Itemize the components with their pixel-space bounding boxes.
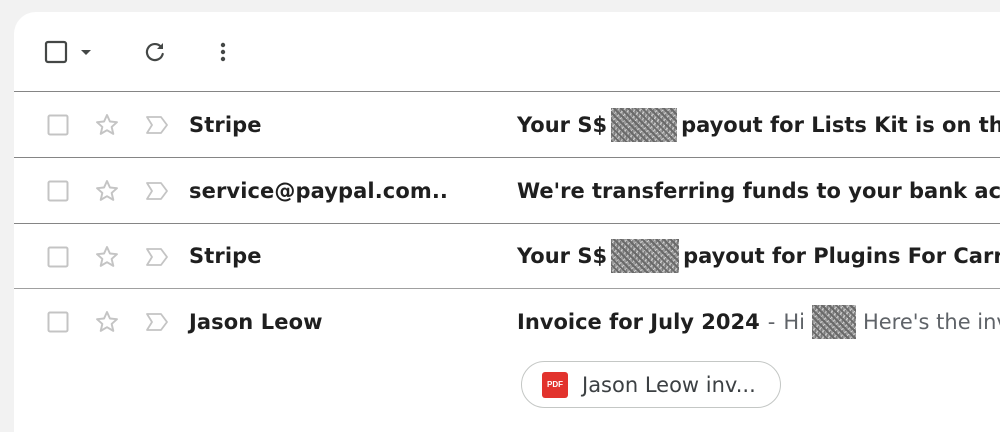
checkbox-icon	[47, 114, 69, 136]
email-row[interactable]: Stripe Your S$ payout for Plugins For Ca…	[14, 223, 1000, 288]
important-marker-icon	[146, 116, 168, 134]
checkbox-icon	[47, 246, 69, 268]
email-subject-prefix: Your S$	[517, 244, 608, 268]
important-marker[interactable]	[144, 245, 170, 269]
refresh-button[interactable]	[138, 34, 172, 70]
email-subject-suffix: payout for Plugins For Carrd	[683, 244, 1000, 268]
email-sender: Stripe	[189, 113, 262, 137]
email-subject-line: Your S$ payout for Lists Kit is on the w	[517, 107, 1000, 143]
important-marker[interactable]	[144, 179, 170, 203]
star-button[interactable]	[93, 243, 121, 271]
redacted-amount	[611, 239, 680, 273]
row-checkbox[interactable]	[46, 113, 70, 137]
email-sender: Jason Leow	[189, 310, 323, 334]
email-row[interactable]: service@paypal.com.. We're transferring …	[14, 157, 1000, 223]
star-button[interactable]	[93, 177, 121, 205]
redacted-name	[811, 305, 856, 339]
star-icon	[96, 311, 118, 332]
star-button[interactable]	[93, 111, 121, 139]
subject-snippet-separator: -	[767, 310, 776, 334]
important-marker-icon	[146, 248, 168, 266]
mail-toolbar	[14, 12, 1000, 91]
email-snippet-prefix: Hi	[783, 310, 805, 334]
email-subject-prefix: Your S$	[517, 113, 608, 137]
star-icon	[96, 246, 118, 267]
refresh-icon	[145, 42, 164, 62]
caret-down-icon[interactable]	[76, 40, 96, 64]
email-subject: Invoice for July 2024	[517, 310, 760, 334]
checkbox-icon[interactable]	[44, 40, 68, 64]
attachment-chip[interactable]: PDF Jason Leow inv...	[521, 361, 781, 408]
important-marker[interactable]	[144, 113, 170, 137]
email-snippet-suffix: Here's the invo	[862, 310, 1000, 334]
mail-list-panel: Stripe Your S$ payout for Lists Kit is o…	[14, 12, 1000, 432]
email-subject-line: We're transferring funds to your bank ac…	[517, 173, 1000, 209]
important-marker-icon	[146, 182, 168, 200]
star-icon	[96, 114, 118, 135]
email-row[interactable]: Stripe Your S$ payout for Lists Kit is o…	[14, 91, 1000, 157]
important-marker[interactable]	[144, 310, 170, 334]
email-subject-suffix: payout for Lists Kit is on the w	[681, 113, 1000, 137]
email-subject: We're transferring funds to your bank ac…	[517, 179, 1000, 203]
email-row[interactable]: Jason Leow Invoice for July 2024 - Hi He…	[14, 288, 1000, 432]
row-checkbox[interactable]	[46, 310, 70, 334]
pdf-icon: PDF	[542, 371, 568, 398]
email-sender: service@paypal.com..	[189, 179, 449, 203]
important-marker-icon	[146, 313, 168, 331]
more-options-button[interactable]	[206, 34, 240, 70]
checkbox-icon	[47, 311, 69, 333]
star-button[interactable]	[93, 308, 121, 336]
email-sender: Stripe	[189, 244, 262, 268]
email-subject-line: Your S$ payout for Plugins For Carrd	[517, 238, 1000, 274]
row-checkbox[interactable]	[46, 245, 70, 269]
row-checkbox[interactable]	[46, 179, 70, 203]
redacted-amount	[611, 108, 678, 142]
more-vert-icon	[220, 42, 226, 62]
attachment-name: Jason Leow inv...	[582, 372, 756, 397]
checkbox-icon	[47, 180, 69, 202]
email-subject-line: Invoice for July 2024 - Hi Here's the in…	[517, 304, 1000, 340]
star-icon	[96, 180, 118, 201]
select-all-button[interactable]	[40, 34, 100, 70]
